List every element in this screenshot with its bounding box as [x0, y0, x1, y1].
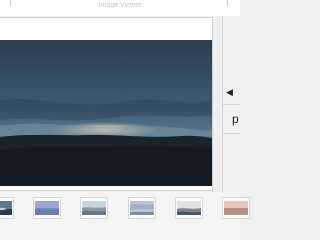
thumbnail-5[interactable]	[175, 197, 203, 219]
title-bar-right-edge	[227, 0, 238, 6]
thumbnail-4[interactable]	[128, 197, 156, 219]
image-panel	[0, 17, 213, 191]
thumbnail-3[interactable]	[80, 197, 108, 219]
thumbnail-6-image	[224, 201, 248, 215]
side-divider-lower	[222, 133, 240, 134]
window-title: Image Viewer	[98, 2, 142, 9]
thumbnail-5-image	[177, 201, 201, 215]
thumbnail-2[interactable]	[33, 197, 61, 219]
image-preview	[0, 40, 212, 186]
thumbnail-6[interactable]	[222, 197, 250, 219]
landscape-photo	[0, 40, 212, 186]
thumbnail-2-image	[35, 201, 59, 215]
thumbnail-1-image	[0, 201, 12, 215]
thumbnail-strip	[0, 192, 250, 240]
side-label: p	[232, 112, 239, 126]
side-divider	[222, 104, 240, 105]
previous-arrow-icon[interactable]: ◀	[226, 86, 238, 98]
thumbnail-3-image	[82, 201, 106, 215]
thumbnail-1[interactable]	[0, 197, 14, 219]
title-bar: Image Viewer	[0, 0, 240, 16]
thumbnail-4-image	[130, 201, 154, 215]
